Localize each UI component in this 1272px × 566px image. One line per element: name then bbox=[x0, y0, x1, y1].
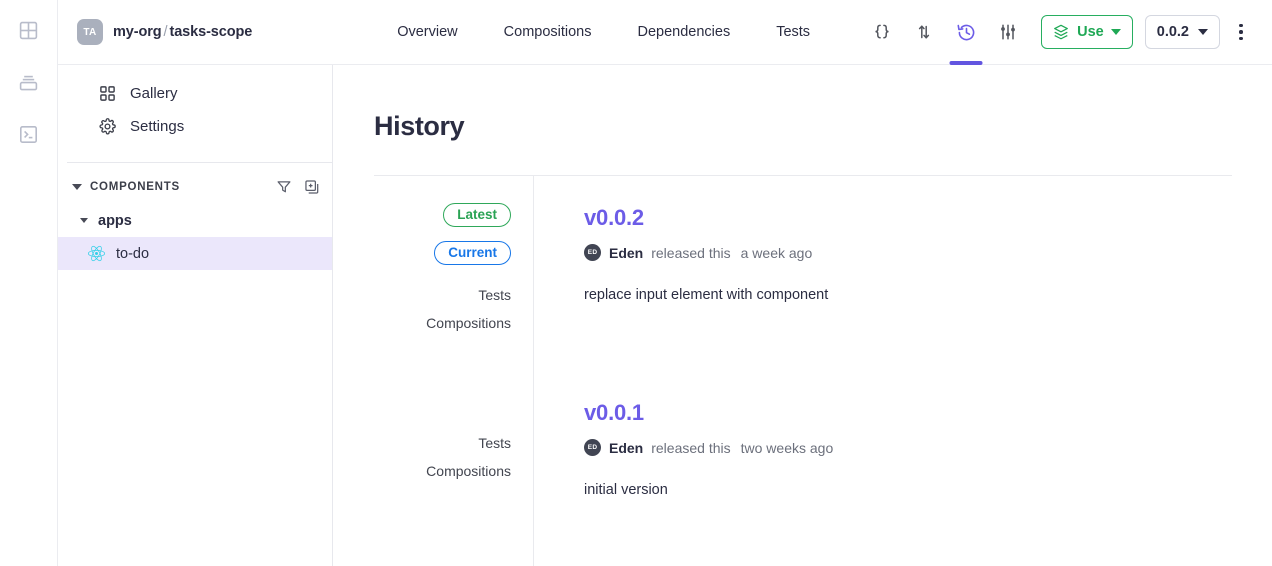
avatar: ED bbox=[584, 244, 601, 261]
components-section-header[interactable]: COMPONENTS bbox=[58, 170, 332, 204]
kebab-dot bbox=[1239, 30, 1243, 34]
top-bar: TA my-org / tasks-scope Overview Compositi… bbox=[57, 0, 1272, 65]
release-sidebar-meta: Tests Compositions bbox=[374, 331, 533, 566]
add-component-icon[interactable] bbox=[304, 179, 320, 195]
body: Gallery Settings COMPONENTS apps to-do H… bbox=[57, 65, 1272, 566]
release-action-text: released this bbox=[651, 439, 731, 456]
sliders-settings-icon[interactable] bbox=[987, 10, 1029, 54]
chevron-down-icon[interactable] bbox=[80, 218, 88, 223]
status-badge-current: Current bbox=[434, 241, 511, 265]
release-meta-tests[interactable]: Tests bbox=[478, 287, 511, 303]
page-title: History bbox=[374, 111, 465, 141]
release-action-text: released this bbox=[651, 244, 731, 261]
release-entry: Tests Compositions v0.0.1 ED Eden releas… bbox=[374, 331, 1232, 566]
release-timestamp: two weeks ago bbox=[740, 439, 834, 456]
breadcrumb-separator: / bbox=[163, 24, 168, 40]
release-author-line: ED Eden released this two weeks ago bbox=[584, 439, 1232, 456]
scope-avatar: TA bbox=[77, 19, 103, 45]
kebab-dot bbox=[1239, 36, 1243, 41]
sidebar-item-to-do[interactable]: to-do bbox=[58, 237, 332, 270]
kebab-dot bbox=[1239, 23, 1243, 28]
react-icon bbox=[88, 245, 105, 262]
tab-compositions[interactable]: Compositions bbox=[481, 24, 615, 40]
release-timestamp: a week ago bbox=[740, 244, 813, 261]
terminal-icon[interactable] bbox=[16, 121, 42, 147]
sidebar-divider bbox=[67, 162, 332, 163]
avatar: ED bbox=[584, 439, 601, 456]
grid-workspace-icon[interactable] bbox=[16, 17, 42, 43]
top-bar-actions: Use 0.0.2 bbox=[861, 10, 1256, 65]
tab-dependencies[interactable]: Dependencies bbox=[615, 24, 754, 40]
release-author-name[interactable]: Eden bbox=[609, 245, 643, 261]
scope-title: my-org / tasks-scope bbox=[113, 24, 252, 40]
chevron-down-icon bbox=[1198, 29, 1208, 35]
chevron-down-icon bbox=[1110, 29, 1121, 35]
active-tab-indicator bbox=[949, 61, 983, 65]
release-body: v0.0.1 ED Eden released this two weeks a… bbox=[533, 331, 1232, 566]
scope-org: my-org bbox=[113, 24, 162, 40]
release-body: v0.0.2 ED Eden released this a week ago … bbox=[533, 176, 1232, 331]
use-button-label: Use bbox=[1077, 24, 1104, 40]
release-message: initial version bbox=[584, 482, 668, 498]
release-entry: Latest Current Tests Compositions v0.0.2… bbox=[374, 176, 1232, 331]
sidebar-tree-group-apps[interactable]: apps bbox=[58, 204, 332, 237]
package-box-icon bbox=[1052, 23, 1070, 41]
release-meta-tests[interactable]: Tests bbox=[478, 435, 511, 451]
left-icon-rail bbox=[0, 0, 57, 566]
sidebar-item-label: Settings bbox=[130, 118, 185, 135]
release-meta-compositions[interactable]: Compositions bbox=[426, 315, 511, 331]
release-version-link[interactable]: v0.0.1 bbox=[584, 400, 1232, 426]
use-button[interactable]: Use bbox=[1041, 15, 1133, 49]
release-sidebar-meta: Latest Current Tests Compositions bbox=[374, 176, 533, 331]
sidebar-item-label: Gallery bbox=[130, 85, 178, 102]
scopes-stack-icon[interactable] bbox=[16, 69, 42, 95]
sidebar-item-settings[interactable]: Settings bbox=[58, 110, 332, 143]
chevron-down-icon[interactable] bbox=[72, 184, 82, 190]
components-section-actions bbox=[276, 179, 320, 195]
gear-icon bbox=[98, 118, 116, 136]
release-version-link[interactable]: v0.0.2 bbox=[584, 205, 1232, 231]
code-braces-icon[interactable] bbox=[861, 10, 903, 54]
tree-item-label: to-do bbox=[116, 245, 150, 262]
kebab-menu[interactable] bbox=[1226, 15, 1256, 49]
components-section-title: COMPONENTS bbox=[90, 181, 180, 193]
sidebar: Gallery Settings COMPONENTS apps to-do bbox=[58, 65, 333, 566]
breadcrumb[interactable]: TA my-org / tasks-scope bbox=[77, 19, 252, 45]
release-message: replace input element with component bbox=[584, 287, 829, 303]
sidebar-item-gallery[interactable]: Gallery bbox=[58, 77, 332, 110]
version-select-value: 0.0.2 bbox=[1156, 24, 1189, 40]
gallery-grid-icon bbox=[98, 85, 116, 103]
compare-changes-icon[interactable] bbox=[903, 10, 945, 54]
scope-name: tasks-scope bbox=[169, 24, 253, 40]
version-select[interactable]: 0.0.2 bbox=[1144, 15, 1220, 49]
tab-tests[interactable]: Tests bbox=[753, 24, 833, 40]
release-meta-compositions[interactable]: Compositions bbox=[426, 463, 511, 479]
nav-tabs: Overview Compositions Dependencies Tests bbox=[374, 24, 833, 40]
filter-funnel-icon[interactable] bbox=[276, 179, 292, 195]
content-panel: History Latest Current Tests Composition… bbox=[333, 65, 1272, 566]
tab-overview[interactable]: Overview bbox=[374, 24, 480, 40]
release-author-name[interactable]: Eden bbox=[609, 440, 643, 456]
tree-group-label: apps bbox=[98, 212, 132, 229]
status-badge-latest: Latest bbox=[443, 203, 511, 227]
history-clock-icon[interactable] bbox=[945, 10, 987, 65]
main-column: TA my-org / tasks-scope Overview Compositi… bbox=[57, 0, 1272, 566]
release-author-line: ED Eden released this a week ago bbox=[584, 244, 1232, 261]
app-root: TA my-org / tasks-scope Overview Compositi… bbox=[0, 0, 1272, 566]
